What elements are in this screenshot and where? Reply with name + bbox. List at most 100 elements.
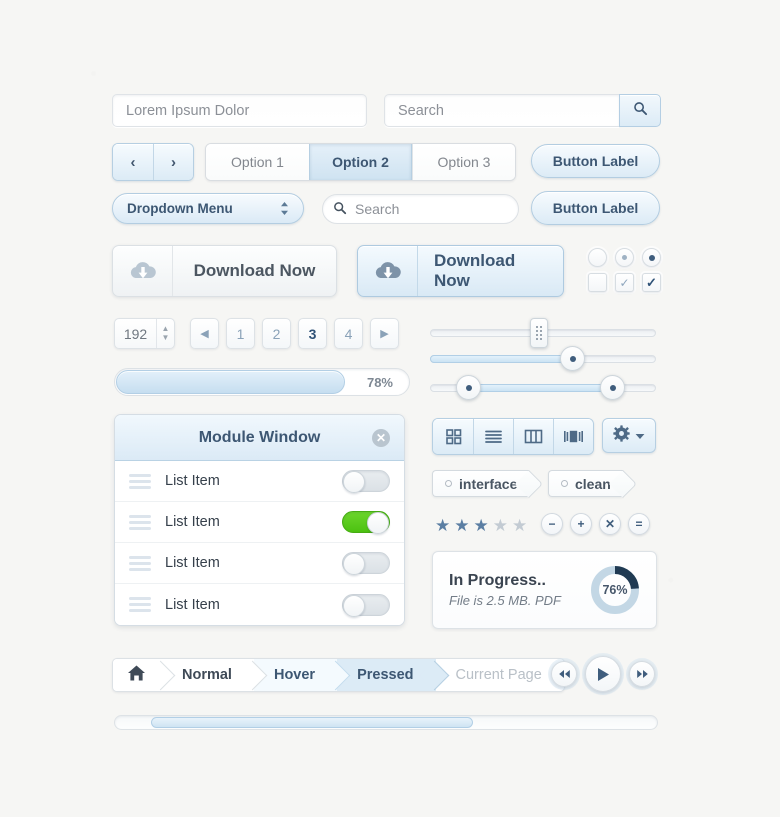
- column-view-icon[interactable]: [513, 419, 553, 454]
- star-icon-empty[interactable]: ★: [512, 516, 527, 536]
- dropdown-label: Dropdown Menu: [127, 201, 233, 216]
- pagination-page-2[interactable]: 2: [262, 318, 291, 349]
- drag-handle-icon[interactable]: [129, 514, 151, 530]
- play-button[interactable]: [585, 656, 621, 692]
- checkbox-checked[interactable]: ✓: [642, 273, 661, 292]
- minus-button[interactable]: −: [541, 513, 563, 535]
- pagination-page-4[interactable]: 4: [334, 318, 363, 349]
- breadcrumb-label: Hover: [273, 667, 316, 683]
- pagination-page-3[interactable]: 3: [298, 318, 327, 349]
- prev-button[interactable]: ‹: [113, 144, 153, 180]
- toggle-switch[interactable]: [342, 593, 390, 617]
- pagination-prev[interactable]: ◀: [190, 318, 219, 349]
- drag-handle-icon[interactable]: [129, 597, 151, 612]
- cloud-download-icon: [358, 246, 418, 296]
- text-input[interactable]: Lorem Ipsum Dolor: [112, 94, 367, 127]
- checkbox-row: ✓ ✓: [588, 273, 661, 292]
- search-pill[interactable]: Search: [322, 194, 519, 224]
- list-item[interactable]: List Item: [115, 584, 404, 625]
- horizontal-scrollbar[interactable]: [114, 715, 658, 730]
- rewind-button[interactable]: [551, 661, 577, 687]
- tab-option-2[interactable]: Option 2: [309, 144, 412, 180]
- close-button[interactable]: ✕: [599, 513, 621, 535]
- slider-single[interactable]: [430, 346, 658, 372]
- pagination-page-1[interactable]: 1: [226, 318, 255, 349]
- list-item-label: List Item: [165, 514, 220, 530]
- download-button-blue-label: Download Now: [434, 251, 516, 290]
- tag-label: clean: [575, 475, 611, 492]
- grid-view-icon[interactable]: [433, 419, 473, 454]
- tab-option-3[interactable]: Option 3: [412, 144, 515, 180]
- tag-clean[interactable]: clean: [548, 470, 623, 497]
- radio-dot-dark-icon: [648, 254, 655, 261]
- view-mode-group: [432, 418, 594, 455]
- list-item[interactable]: List Item: [115, 502, 404, 543]
- stepper-value: 192: [123, 325, 148, 342]
- button-label-1[interactable]: Button Label: [531, 144, 660, 178]
- media-controls: [551, 656, 655, 692]
- radio-selected[interactable]: [642, 248, 661, 267]
- search-icon: [633, 101, 648, 121]
- search-pill-value: Search: [355, 201, 400, 217]
- star-icon-filled[interactable]: ★: [474, 516, 489, 536]
- search-button[interactable]: [619, 94, 661, 127]
- stepper-arrows[interactable]: ▲ ▼: [156, 319, 174, 348]
- forward-button[interactable]: [629, 661, 655, 687]
- slider-handle-max[interactable]: [600, 375, 625, 400]
- progress-card-subtitle: File is 2.5 MB. PDF: [449, 593, 561, 608]
- download-button-grey[interactable]: Download Now: [112, 245, 337, 297]
- caret-down-icon: [635, 427, 645, 445]
- progress-bar-fill: [116, 370, 346, 394]
- radio-empty[interactable]: [588, 248, 607, 267]
- tag-interface[interactable]: interface: [432, 470, 530, 497]
- checkbox-empty[interactable]: [588, 273, 607, 292]
- donut-progress: 76%: [589, 564, 641, 616]
- download-button-blue[interactable]: Download Now: [357, 245, 564, 297]
- dropdown-menu[interactable]: Dropdown Menu: [112, 193, 304, 224]
- list-item[interactable]: List Item: [115, 543, 404, 584]
- coverflow-view-icon[interactable]: [553, 419, 593, 454]
- stepper-down-icon[interactable]: ▼: [162, 334, 170, 342]
- search-input[interactable]: Search: [384, 94, 619, 127]
- module-window-title: Module Window: [198, 428, 321, 446]
- slider-handle-square[interactable]: [530, 318, 548, 348]
- toggle-switch[interactable]: [342, 470, 390, 493]
- toggle-switch-on[interactable]: [342, 511, 390, 534]
- number-stepper[interactable]: 192 ▲ ▼: [114, 318, 175, 349]
- close-icon[interactable]: ✕: [372, 428, 390, 447]
- star-icon-filled[interactable]: ★: [435, 516, 450, 536]
- star-icon-filled[interactable]: ★: [454, 516, 469, 536]
- checkbox-light[interactable]: ✓: [615, 273, 634, 292]
- radio-light[interactable]: [615, 248, 634, 267]
- pagination-next[interactable]: ▶: [370, 318, 399, 349]
- gear-icon: [613, 424, 630, 447]
- list-item[interactable]: List Item: [115, 461, 404, 502]
- breadcrumb: Normal Hover Pressed Current Page: [112, 658, 565, 692]
- search-icon: [333, 201, 347, 218]
- slider-handle-min[interactable]: [456, 375, 481, 400]
- plus-button[interactable]: +: [570, 513, 592, 535]
- scrollbar-thumb[interactable]: [151, 717, 473, 728]
- cloud-download-icon: [113, 246, 173, 296]
- tab-option-1[interactable]: Option 1: [206, 144, 309, 180]
- list-item-label: List Item: [165, 596, 220, 613]
- toggle-switch[interactable]: [342, 552, 390, 575]
- drag-handle-icon[interactable]: [129, 473, 151, 489]
- search-input-value: Search: [398, 102, 444, 119]
- equals-button[interactable]: =: [628, 513, 650, 535]
- star-icon-empty[interactable]: ★: [493, 516, 508, 536]
- donut-progress-label: 76%: [602, 583, 628, 597]
- settings-dropdown-button[interactable]: [602, 418, 656, 453]
- stepper-up-icon[interactable]: ▲: [162, 325, 170, 333]
- list-view-icon[interactable]: [473, 419, 513, 454]
- check-icon-dark: ✓: [646, 274, 657, 290]
- drag-handle-icon[interactable]: [129, 555, 151, 571]
- breadcrumb-pressed[interactable]: Pressed: [337, 659, 449, 691]
- star-rating[interactable]: ★ ★ ★ ★ ★: [435, 516, 527, 536]
- slider-range[interactable]: [430, 375, 658, 401]
- next-button[interactable]: ›: [153, 144, 193, 180]
- button-label-2[interactable]: Button Label: [531, 191, 660, 225]
- breadcrumb-home[interactable]: [113, 659, 176, 691]
- breadcrumb-current: Current Page: [436, 659, 564, 691]
- slider-handle-round[interactable]: [560, 346, 585, 371]
